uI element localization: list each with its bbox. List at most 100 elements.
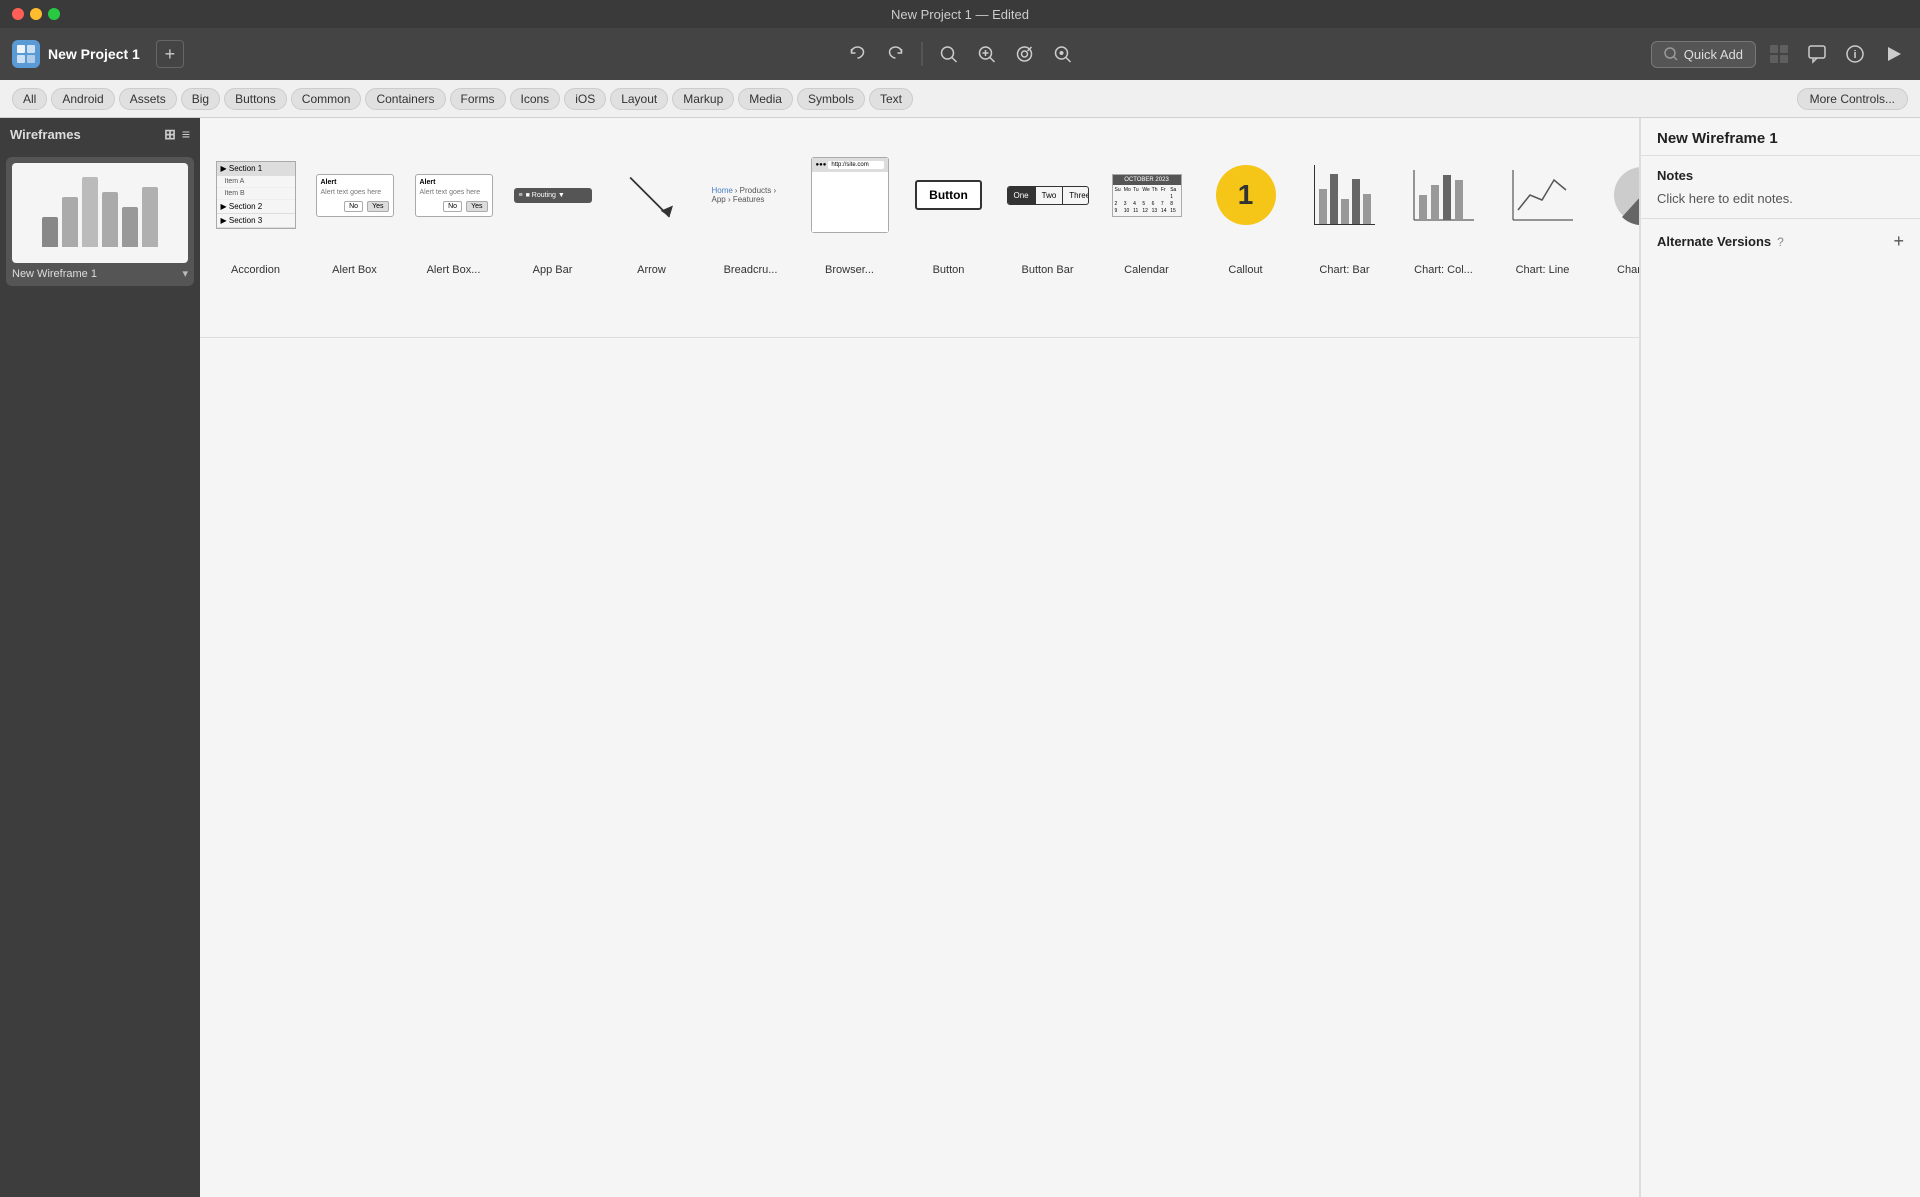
component-chart-pie[interactable]: Chart: Pie [1594,124,1639,331]
filter-symbols[interactable]: Symbols [797,88,865,110]
minimize-button[interactable] [30,8,42,20]
wireframe-list: New Wireframe 1 ▾ [0,151,200,1197]
component-calendar[interactable]: OCTOBER 2023 SuMoTuWeThFrSa 1 2345678 91… [1099,124,1194,331]
filter-containers[interactable]: Containers [365,88,445,110]
zoom-reset-button[interactable] [1009,38,1041,70]
component-alert-box[interactable]: Alert Alert text goes here No Yes Alert … [307,124,402,331]
component-label: Alert Box [332,264,377,276]
info-button[interactable]: i [1840,39,1870,69]
toolbar-center [842,38,1079,70]
zoom-fit-button[interactable] [933,38,965,70]
filter-android[interactable]: Android [51,88,114,110]
main-layout: Wireframes ⊞ ≡ N [0,118,1920,1197]
component-label: Calendar [1124,264,1169,276]
title-bar: New Project 1 — Edited [0,0,1920,28]
component-label: Browser... [825,264,874,276]
component-label: Callout [1228,264,1262,276]
alternate-versions-left: Alternate Versions ? [1657,234,1784,249]
notes-section: Notes Click here to edit notes. [1641,156,1920,219]
panel-grid-icon[interactable]: ⊞ [164,126,176,143]
button-bar-thumb: One Two Three [1007,130,1089,260]
component-label: Button [933,264,965,276]
maximize-button[interactable] [48,8,60,20]
window-title: New Project 1 — Edited [891,7,1029,22]
filter-ios[interactable]: iOS [564,88,606,110]
filter-layout[interactable]: Layout [610,88,668,110]
notes-edit-area[interactable]: Click here to edit notes. [1657,191,1904,206]
thumb-chart [36,173,164,253]
arrow-thumb [611,130,693,260]
button-thumb: Button [908,130,990,260]
ui-icon-button[interactable] [1764,39,1794,69]
component-alert-box-confirm[interactable]: Alert Alert text goes here No Yes Alert … [406,124,501,331]
component-app-bar[interactable]: ≡ ■ Routing ▼ App Bar [505,124,600,331]
comment-button[interactable] [1802,39,1832,69]
alternate-versions-section: Alternate Versions ? + [1641,219,1920,264]
wireframe-item[interactable]: New Wireframe 1 ▾ [6,157,194,286]
left-panel: Wireframes ⊞ ≡ N [0,118,200,1197]
component-arrow[interactable]: Arrow [604,124,699,331]
alert-box-thumb: Alert Alert text goes here No Yes [314,130,396,260]
filter-assets[interactable]: Assets [119,88,177,110]
quick-add-button[interactable]: Quick Add [1651,41,1756,68]
svg-text:i: i [1853,49,1856,61]
close-button[interactable] [12,8,24,20]
add-alternate-version-button[interactable]: + [1893,231,1904,252]
wireframe-name-heading: New Wireframe 1 [1641,118,1920,156]
wireframe-label: New Wireframe 1 ▾ [12,267,188,280]
chart-line-thumb [1502,130,1584,260]
wireframes-panel-header: Wireframes ⊞ ≡ [0,118,200,151]
components-row: ▶ Section 1 Item A Item B ▶ Section 2 ▶ … [200,118,1639,338]
toolbar-divider [922,42,923,66]
project-name: New Project 1 [48,46,140,62]
filter-buttons[interactable]: Buttons [224,88,287,110]
alternate-versions-help-icon[interactable]: ? [1777,235,1784,249]
chart-bar-thumb [1304,130,1386,260]
component-label: Arrow [637,264,666,276]
notes-label: Notes [1657,168,1904,183]
undo-button[interactable] [842,38,874,70]
filter-markup[interactable]: Markup [672,88,734,110]
component-label: Chart: Bar [1319,264,1369,276]
component-chart-column[interactable]: Chart: Col... [1396,124,1491,331]
wireframe-chevron-icon[interactable]: ▾ [182,267,188,280]
panel-list-icon[interactable]: ≡ [182,126,190,143]
app-icon [12,40,40,68]
toolbar-right: Quick Add i [1651,39,1908,69]
filter-big[interactable]: Big [181,88,220,110]
component-label: Accordion [231,264,280,276]
filter-icons[interactable]: Icons [510,88,561,110]
component-accordion[interactable]: ▶ Section 1 Item A Item B ▶ Section 2 ▶ … [208,124,303,331]
arrow-svg [617,160,687,230]
zoom-custom-button[interactable] [1047,38,1079,70]
accordion-thumb: ▶ Section 1 Item A Item B ▶ Section 2 ▶ … [215,130,297,260]
filter-forms[interactable]: Forms [450,88,506,110]
toolbar: New Project 1 + [0,28,1920,80]
component-label: Chart: Col... [1414,264,1473,276]
component-button-bar[interactable]: One Two Three Button Bar [1000,124,1095,331]
wireframes-title: Wireframes [10,127,81,142]
component-button[interactable]: Button Button [901,124,996,331]
component-chart-bar[interactable]: Chart: Bar [1297,124,1392,331]
filter-all[interactable]: All [12,88,47,110]
filter-common[interactable]: Common [291,88,362,110]
more-controls-button[interactable]: More Controls... [1797,88,1908,110]
controls-bar: All Android Assets Big Buttons Common Co… [0,80,1920,118]
callout-thumb: 1 [1205,130,1287,260]
wireframe-thumbnail [12,163,188,263]
zoom-in-button[interactable] [971,38,1003,70]
chart-column-thumb [1403,130,1485,260]
filter-text[interactable]: Text [869,88,913,110]
add-wireframe-button[interactable]: + [156,40,184,68]
play-button[interactable] [1878,39,1908,69]
redo-button[interactable] [880,38,912,70]
component-label: App Bar [533,264,573,276]
component-callout[interactable]: 1 Callout [1198,124,1293,331]
component-browser[interactable]: ●●● http://site.com Browser... [802,124,897,331]
filter-media[interactable]: Media [738,88,793,110]
component-label: Chart: Line [1516,264,1570,276]
component-label: Alert Box... [427,264,481,276]
component-breadcrumb[interactable]: Home › Products › App › Features Breadcr… [703,124,798,331]
breadcrumb-thumb: Home › Products › App › Features [710,130,792,260]
component-chart-line[interactable]: Chart: Line [1495,124,1590,331]
